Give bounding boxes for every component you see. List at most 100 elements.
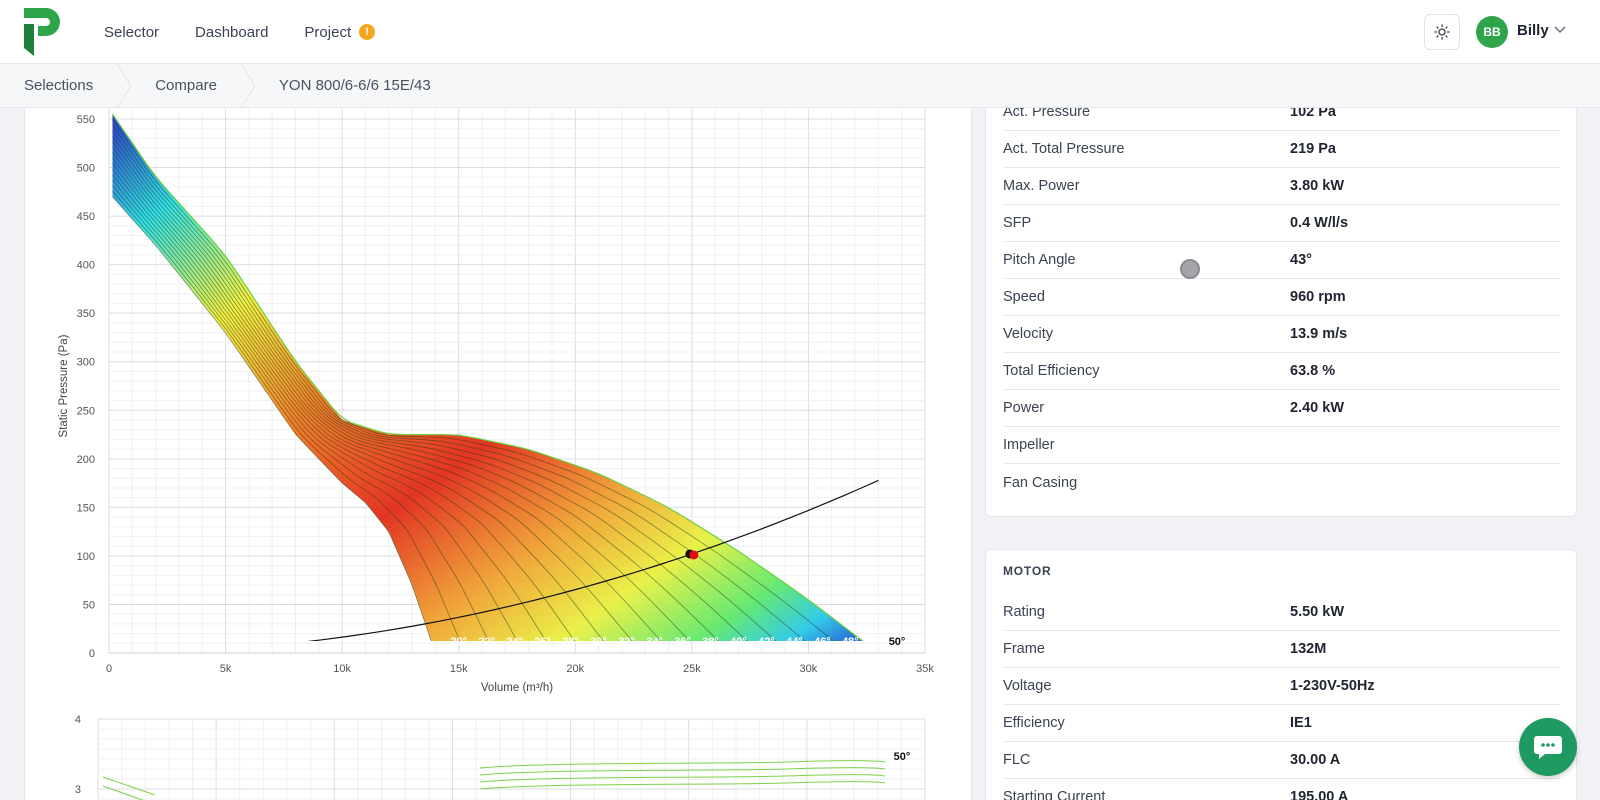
property-row: Velocity 13.9 m/s bbox=[1003, 316, 1560, 353]
fan-curve-card: 20° 22° 24° 26° 28° 30° 32° 34° 36° 38° 40° 42° 44° 4… bbox=[24, 40, 972, 800]
blade-angle-label: 32° bbox=[618, 636, 635, 648]
breadcrumb-selections-label: Selections bbox=[24, 77, 94, 94]
power-curve bbox=[479, 781, 886, 790]
property-label: Power bbox=[1003, 400, 1045, 416]
motor-label: Frame bbox=[1003, 641, 1045, 657]
property-row: Pitch Angle 43° bbox=[1003, 242, 1560, 279]
property-row: Impeller bbox=[1003, 427, 1560, 464]
y-tick-label: 150 bbox=[77, 502, 95, 514]
breadcrumb-selections[interactable]: Selections bbox=[0, 64, 117, 108]
blade-angle-label: 26° bbox=[534, 636, 551, 648]
mouse-cursor-indicator bbox=[1180, 259, 1200, 279]
property-label: Total Efficiency bbox=[1003, 363, 1100, 379]
operating-point-marker bbox=[689, 550, 699, 560]
user-avatar[interactable]: BB bbox=[1476, 16, 1508, 48]
motor-row: Rating 5.50 kW bbox=[1003, 594, 1560, 631]
breadcrumb-separator-icon bbox=[117, 63, 132, 108]
motor-label: Starting Current bbox=[1003, 789, 1106, 800]
motor-section-title: MOTOR bbox=[1003, 564, 1052, 578]
x-tick-label: 0 bbox=[106, 663, 112, 675]
x-axis-title: Volume (m³/h) bbox=[481, 682, 553, 694]
motor-label: Voltage bbox=[1003, 678, 1052, 694]
motor-row: Starting Current 195.00 A bbox=[1003, 779, 1560, 800]
nav-selector[interactable]: Selector bbox=[104, 24, 159, 41]
property-label: Act. Total Pressure bbox=[1003, 141, 1125, 157]
x-tick-label: 25k bbox=[683, 663, 701, 675]
nav-dashboard[interactable]: Dashboard bbox=[195, 24, 268, 41]
property-row: Speed 960 rpm bbox=[1003, 279, 1560, 316]
breadcrumb-separator-icon bbox=[240, 63, 255, 108]
chat-icon bbox=[1534, 736, 1562, 759]
fan-curve-chart: 20° 22° 24° 26° 28° 30° 32° 34° 36° 38° 40° 42° 44° 4… bbox=[58, 109, 934, 800]
property-row: SFP 0.4 W/l/s bbox=[1003, 205, 1560, 242]
property-label: Speed bbox=[1003, 289, 1045, 305]
motor-row: Efficiency IE1 bbox=[1003, 705, 1560, 742]
property-row: Total Efficiency 63.8 % bbox=[1003, 353, 1560, 390]
property-value: 3.80 kW bbox=[1290, 178, 1344, 194]
power-curve bbox=[102, 785, 144, 800]
x-tick-label: 35k bbox=[916, 663, 934, 675]
nav-project[interactable]: Project! bbox=[304, 24, 376, 41]
y-tick-label: 250 bbox=[77, 405, 95, 417]
motor-value: 1-230V-50Hz bbox=[1290, 678, 1375, 694]
blade-angle-label: 22° bbox=[478, 636, 495, 648]
y-tick-label: 4 bbox=[75, 714, 81, 726]
property-row: Max. Power 3.80 kW bbox=[1003, 168, 1560, 205]
motor-row: Frame 132M bbox=[1003, 631, 1560, 668]
blade-angle-label: 46° bbox=[814, 636, 831, 648]
blade-angle-label: 48° bbox=[842, 636, 859, 648]
breadcrumb-compare[interactable]: Compare bbox=[131, 64, 241, 108]
app-logo[interactable] bbox=[24, 8, 60, 56]
y-tick-label: 100 bbox=[77, 551, 95, 563]
y-axis-title: Static Pressure (Pa) bbox=[58, 334, 70, 437]
motor-row: FLC 30.00 A bbox=[1003, 742, 1560, 779]
property-label: Impeller bbox=[1003, 437, 1055, 453]
property-value: 2.40 kW bbox=[1290, 400, 1344, 416]
blade-angle-label: 36° bbox=[674, 636, 691, 648]
blade-angle-label: 28° bbox=[562, 636, 579, 648]
property-label: Velocity bbox=[1003, 326, 1053, 342]
motor-row: Voltage 1-230V-50Hz bbox=[1003, 668, 1560, 705]
y-tick-label: 200 bbox=[77, 454, 95, 466]
sun-icon bbox=[1434, 24, 1450, 40]
x-tick-label: 15k bbox=[450, 663, 468, 675]
blade-angle-label: 42° bbox=[758, 636, 775, 648]
blade-angle-label: 38° bbox=[702, 636, 719, 648]
property-value: 13.9 m/s bbox=[1290, 326, 1348, 342]
breadcrumb-compare-label: Compare bbox=[155, 77, 217, 94]
property-value: 0.4 W/l/s bbox=[1290, 215, 1349, 231]
motor-label: Rating bbox=[1003, 604, 1045, 620]
user-name[interactable]: Billy bbox=[1517, 22, 1549, 39]
motor-label: FLC bbox=[1003, 752, 1031, 768]
property-label: Pitch Angle bbox=[1003, 252, 1076, 268]
property-value: 43° bbox=[1290, 252, 1312, 268]
top-navigation-bar: Selector Dashboard Project! BB Billy bbox=[0, 0, 1600, 64]
blade-angle-label: 24° bbox=[506, 636, 523, 648]
property-row: Act. Total Pressure 219 Pa bbox=[1003, 131, 1560, 168]
chat-button[interactable] bbox=[1519, 718, 1577, 776]
y-tick-label: 400 bbox=[77, 260, 95, 272]
motor-value: 132M bbox=[1290, 641, 1327, 657]
main-nav: Selector Dashboard Project! bbox=[104, 0, 376, 64]
x-tick-label: 10k bbox=[333, 663, 351, 675]
motor-value: 5.50 kW bbox=[1290, 604, 1344, 620]
motor-card: MOTOR Rating 5.50 kW Frame 132M Voltage 1-230… bbox=[985, 549, 1577, 800]
theme-toggle-button[interactable] bbox=[1424, 14, 1460, 50]
motor-value: 195.00 A bbox=[1290, 789, 1349, 800]
y-tick-label: 500 bbox=[77, 163, 95, 175]
chevron-down-icon[interactable] bbox=[1554, 26, 1566, 34]
property-label: Fan Casing bbox=[1003, 474, 1078, 491]
power-curve bbox=[479, 760, 886, 769]
breadcrumb-current: YON 800/6-6/6 15E/43 bbox=[255, 64, 455, 108]
power-curve bbox=[102, 776, 156, 796]
y-tick-label: 3 bbox=[75, 784, 81, 796]
property-value: 63.8 % bbox=[1290, 363, 1336, 379]
property-label: SFP bbox=[1003, 215, 1032, 231]
breadcrumb-current-label: YON 800/6-6/6 15E/43 bbox=[278, 77, 431, 94]
efficiency-band bbox=[112, 114, 863, 641]
series-label: 50° bbox=[894, 751, 911, 763]
x-tick-label: 5k bbox=[220, 663, 232, 675]
property-value: 960 rpm bbox=[1290, 289, 1346, 305]
blade-angle-label: 44° bbox=[786, 636, 803, 648]
y-tick-label: 550 bbox=[77, 114, 95, 126]
